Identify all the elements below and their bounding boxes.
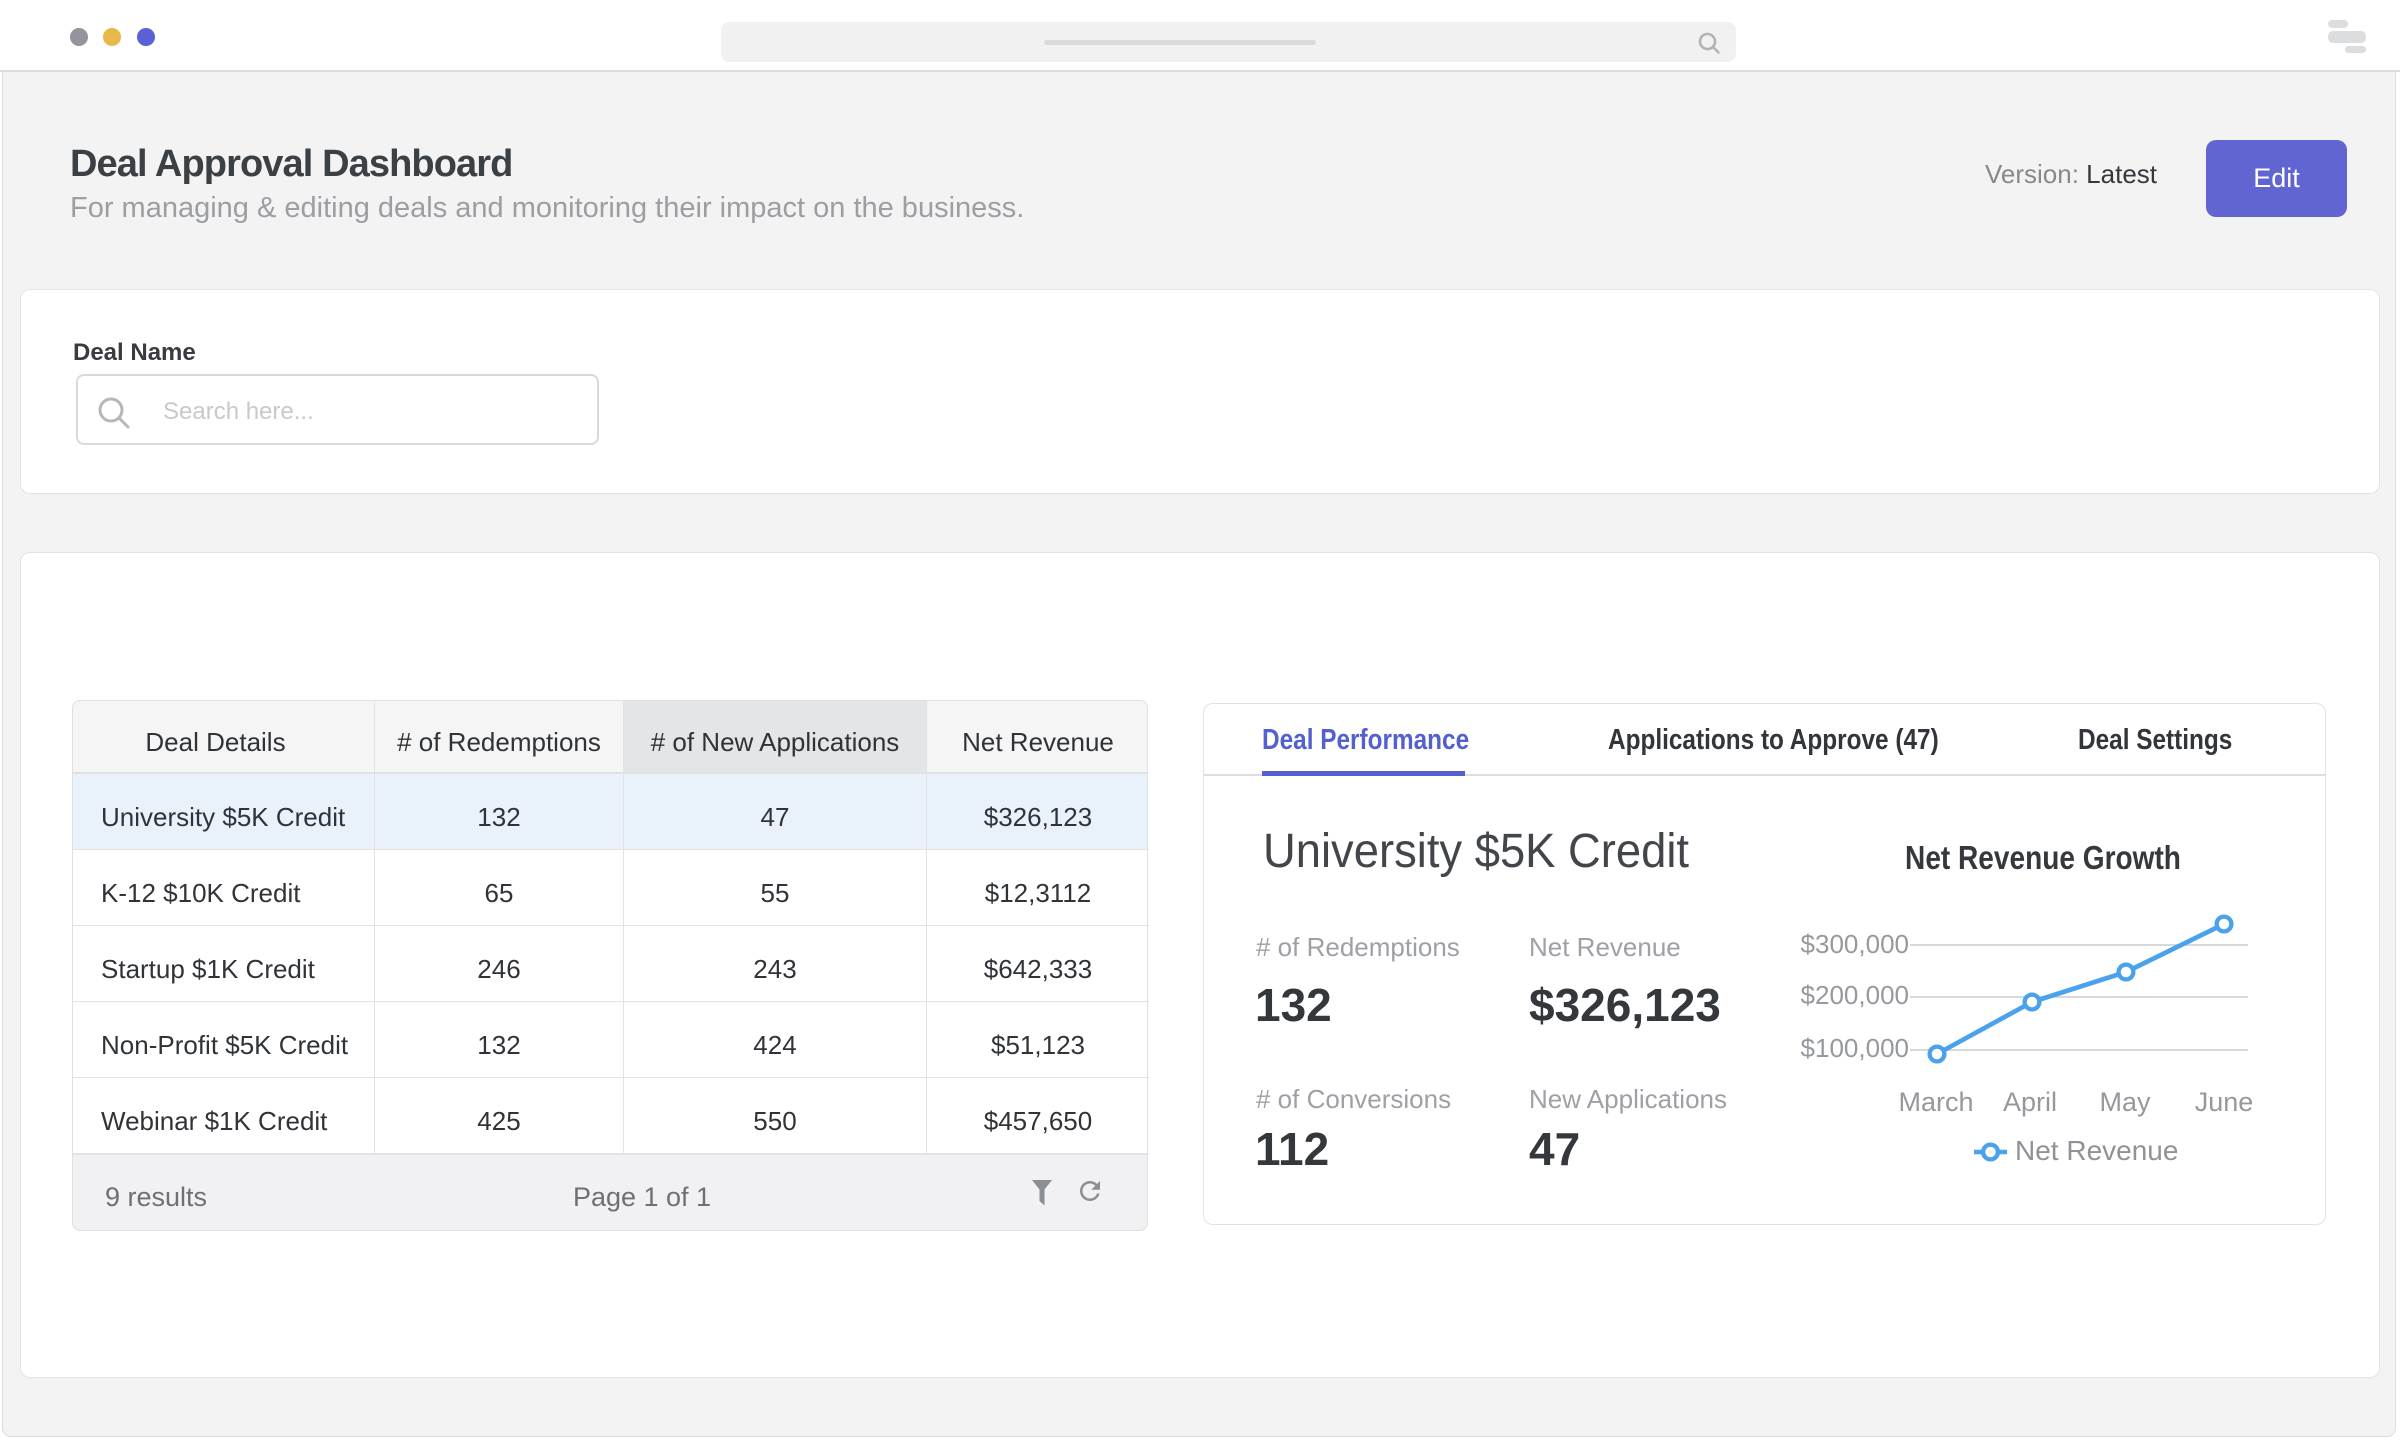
svg-text:$300,000: $300,000 bbox=[1801, 929, 1909, 959]
svg-text:June: June bbox=[2195, 1087, 2254, 1117]
svg-text:April: April bbox=[2003, 1087, 2057, 1117]
svg-text:March: March bbox=[1898, 1087, 1973, 1117]
svg-text:May: May bbox=[2099, 1087, 2151, 1117]
svg-text:Net Revenue: Net Revenue bbox=[2015, 1135, 2178, 1166]
svg-text:$200,000: $200,000 bbox=[1801, 980, 1909, 1010]
svg-text:$100,000: $100,000 bbox=[1801, 1033, 1909, 1063]
